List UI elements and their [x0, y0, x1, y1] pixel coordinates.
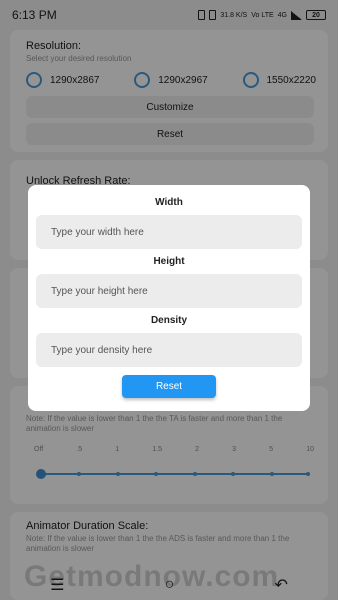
density-label: Density	[150, 315, 188, 326]
width-input[interactable]	[36, 215, 302, 249]
dialog-reset-button[interactable]: Reset	[122, 375, 216, 398]
density-input[interactable]	[36, 333, 302, 367]
custom-resolution-dialog: Width Height Density Reset	[28, 185, 310, 411]
width-label: Width	[155, 197, 183, 208]
height-label: Height	[153, 256, 185, 267]
height-input[interactable]	[36, 274, 302, 308]
